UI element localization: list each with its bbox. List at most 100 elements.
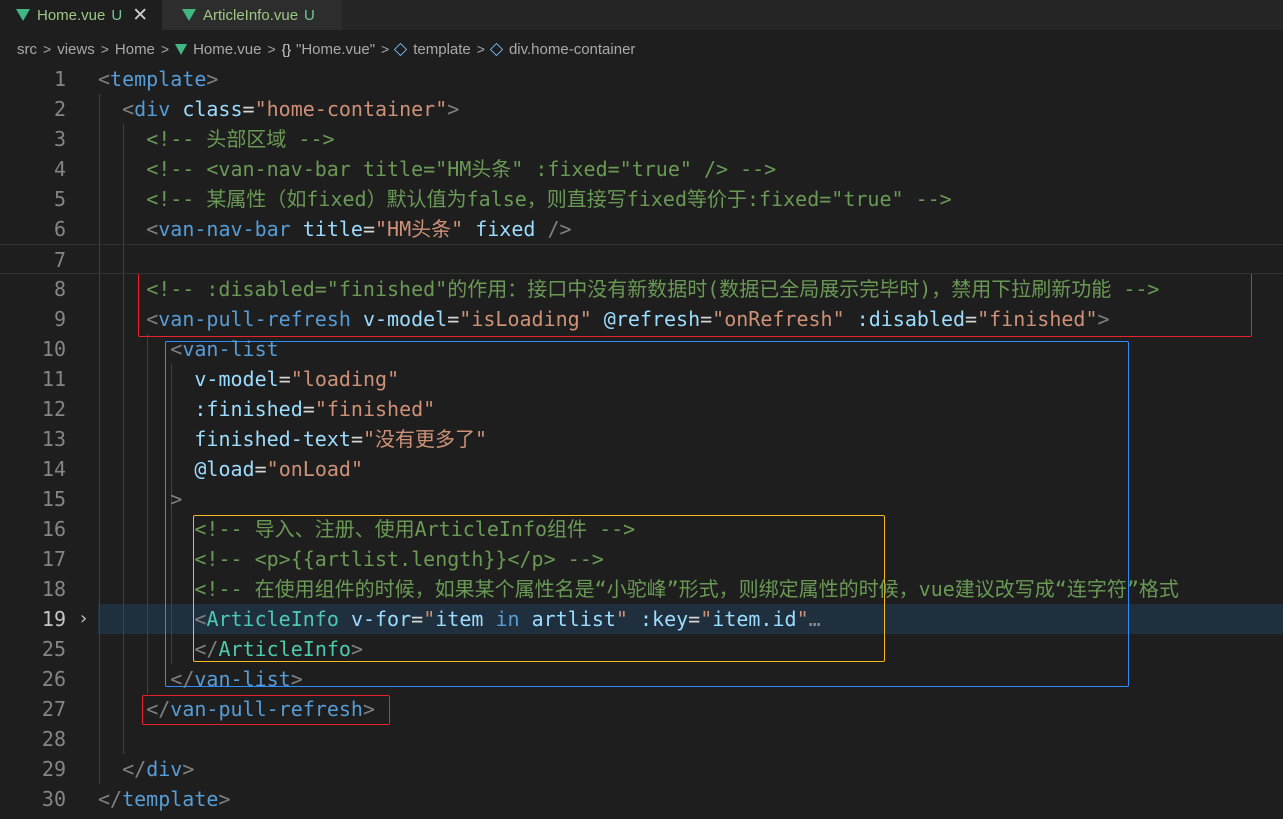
code-token: " [796, 607, 809, 631]
code-token: item.id [712, 607, 797, 631]
tab-label: ArticleInfo.vue [203, 6, 299, 24]
code-text: <!-- 在使用组件的时候，如果某个属性名是“小驼峰”形式，则绑定属性的时候，v… [194, 574, 1179, 604]
line-number: 2 [53, 97, 66, 121]
close-icon[interactable]: ✕ [132, 6, 148, 25]
code-token: = [302, 397, 315, 421]
code-token: van-pull-refresh [170, 697, 363, 721]
code-line[interactable]: 16 <!-- 导入、注册、使用ArticleInfo组件 --> [0, 514, 1283, 544]
code-text: <van-pull-refresh v-model="isLoading" @r… [146, 304, 1109, 334]
breadcrumb-item-template[interactable]: template [413, 41, 471, 58]
code-token: :key [640, 607, 689, 631]
code-token: </ [146, 697, 171, 721]
code-line[interactable]: 3 <!-- 头部区域 --> [0, 124, 1283, 154]
code-line[interactable]: 6 <van-nav-bar title="HM头条" fixed /> [0, 214, 1283, 244]
code-line[interactable]: 8 <!-- :disabled="finished"的作用：接口中没有新数据时(… [0, 274, 1283, 304]
code-line[interactable]: 18 <!-- 在使用组件的时候，如果某个属性名是“小驼峰”形式，则绑定属性的时候… [0, 574, 1283, 604]
code-token: @load [194, 457, 255, 481]
code-line[interactable]: 1 <template> [0, 64, 1283, 94]
breadcrumb-item-src[interactable]: src [17, 41, 37, 58]
breadcrumb: src > views > Home > Home.vue > {} "Home… [17, 38, 635, 60]
code-token: < [146, 307, 159, 331]
code-token: "onRefresh" [712, 307, 845, 331]
code-line[interactable]: 10 <van-list [0, 334, 1283, 364]
code-line[interactable]: 25 </ArticleInfo> [0, 634, 1283, 664]
line-number: 10 [41, 337, 66, 361]
code-token: v-for [350, 607, 412, 631]
code-token: :disabled [856, 307, 966, 331]
code-token: = [242, 97, 255, 121]
code-line[interactable]: 19 › <ArticleInfo v-for="item in artlist" … [0, 604, 1283, 634]
code-text: </van-list> [170, 664, 302, 694]
code-line[interactable]: 17 <!-- <p>{{artlist.length}}</p> --> [0, 544, 1283, 574]
code-line[interactable]: 29 </div> [0, 754, 1283, 784]
code-text: :finished="finished" [194, 394, 435, 424]
code-token: = [965, 307, 978, 331]
tab-label: Home.vue [37, 6, 106, 24]
code-line[interactable]: 7 [0, 244, 1283, 274]
chevron-right-icon: > [267, 41, 276, 57]
code-text: </template> [98, 784, 230, 814]
tab-articleinfo-vue[interactable]: ArticleInfo.vue U [162, 0, 342, 30]
code-token: <!-- <p>{{artlist.length}}</p> --> [194, 547, 604, 571]
code-line[interactable]: 27 </van-pull-refresh> [0, 694, 1283, 724]
code-text: <!-- 导入、注册、使用ArticleInfo组件 --> [194, 514, 635, 544]
code-text: <van-list [170, 334, 278, 364]
line-number: 5 [53, 187, 66, 211]
breadcrumb-item-div[interactable]: div.home-container [509, 41, 635, 58]
breadcrumb-item-module[interactable]: "Home.vue" [296, 41, 375, 58]
code-text: > [170, 484, 182, 514]
line-number: 18 [41, 577, 66, 601]
code-line[interactable]: 15 > [0, 484, 1283, 514]
code-line[interactable]: 28 [0, 724, 1283, 754]
code-token: "onLoad" [266, 457, 363, 481]
symbol-element-icon [394, 42, 408, 56]
code-text: finished-text="没有更多了" [194, 424, 487, 454]
code-token: item [435, 607, 484, 631]
code-line[interactable]: 9 <van-pull-refresh v-model="isLoading" @… [0, 304, 1283, 334]
code-line[interactable]: 30 </template> [0, 784, 1283, 814]
code-line[interactable]: 4 <!-- <van-nav-bar title="HM头条" :fixed="… [0, 154, 1283, 184]
code-token: <!-- 在使用组件的时候，如果某个属性名是“小驼峰”形式，则绑定属性的时候，v… [194, 577, 1179, 601]
chevron-right-icon: > [43, 41, 52, 57]
code-line[interactable]: 11 v-model="loading" [0, 364, 1283, 394]
code-token: < [98, 67, 111, 91]
code-line[interactable]: 14 @load="onLoad" [0, 454, 1283, 484]
code-token: = [700, 307, 713, 331]
code-text: <template> [98, 64, 218, 94]
breadcrumb-item-home-vue[interactable]: Home.vue [193, 41, 261, 58]
code-editor[interactable]: 1 <template> 2 <div class="home-container">… [0, 64, 1283, 819]
code-token: > [170, 487, 183, 511]
line-number: 1 [53, 67, 66, 91]
code-token: <!-- 导入、注册、使用ArticleInfo组件 --> [194, 517, 636, 541]
line-number: 17 [41, 547, 66, 571]
code-token: </ [170, 667, 195, 691]
line-number: 8 [53, 277, 66, 301]
code-line[interactable]: 26 </van-list> [0, 664, 1283, 694]
code-text: <!-- <p>{{artlist.length}}</p> --> [194, 544, 603, 574]
code-text: <!-- 头部区域 --> [146, 124, 334, 154]
code-line[interactable]: 13 finished-text="没有更多了" [0, 424, 1283, 454]
breadcrumb-item-views[interactable]: views [57, 41, 95, 58]
line-number: 19 [41, 607, 66, 631]
code-token: < [146, 217, 159, 241]
folded-ellipsis[interactable]: … [809, 607, 821, 631]
code-line[interactable]: 12:finished="finished" [0, 394, 1283, 424]
code-line[interactable]: 2 <div class="home-container"> [0, 94, 1283, 124]
breadcrumb-item-home-folder[interactable]: Home [115, 41, 155, 58]
tab-home-vue[interactable]: Home.vue U ✕ [0, 0, 162, 30]
code-token: finished-text [194, 427, 351, 451]
code-token: fixed [475, 217, 536, 241]
code-token: <!-- 某属性（如fixed）默认值为false，则直接写fixed等价于:f… [146, 187, 952, 211]
code-line[interactable]: 5 <!-- 某属性（如fixed）默认值为false，则直接写fixed等价于:… [0, 184, 1283, 214]
line-number: 14 [41, 457, 66, 481]
code-token: v-model [362, 307, 448, 331]
fold-chevron-icon[interactable]: › [78, 604, 89, 634]
code-token: > [206, 67, 219, 91]
